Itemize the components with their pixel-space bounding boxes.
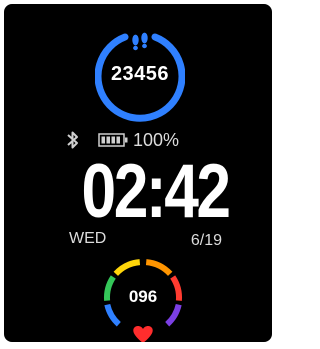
- clock-time: 02:42: [81, 149, 232, 234]
- heart-icon: [133, 326, 153, 342]
- watch-screen: 23456 100% 02:42 WED 6/19 096: [4, 4, 272, 342]
- battery-icon: [98, 133, 128, 147]
- footprints-icon: [132, 32, 148, 51]
- steps-count: 23456: [110, 63, 170, 85]
- weekday: WED: [69, 230, 107, 247]
- battery-percent: 100%: [133, 129, 180, 150]
- bluetooth-icon: [67, 131, 78, 149]
- date: 6/19: [190, 232, 222, 249]
- heart-rate-value: 096: [128, 287, 158, 306]
